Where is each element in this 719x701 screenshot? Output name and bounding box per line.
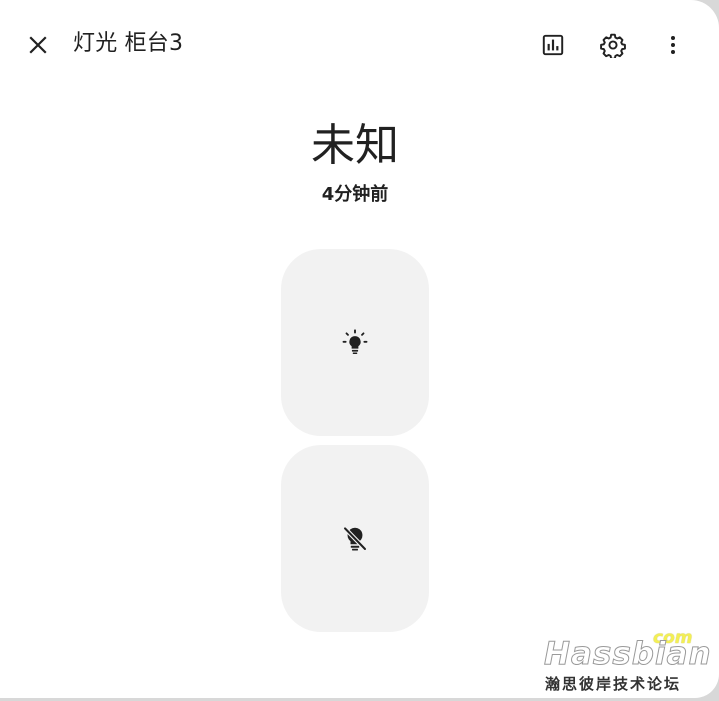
settings-button[interactable] [593,25,633,65]
watermark-name: Hassbian [544,636,712,673]
entity-state: 未知 [311,120,399,171]
turn-on-button[interactable] [281,249,429,436]
lightbulb-on-icon [342,328,368,354]
gear-icon [600,33,626,58]
lightbulb-off-icon [342,525,368,551]
dialog-header: 灯光 柜台3 [0,0,719,90]
close-icon [29,36,47,54]
more-options-button[interactable] [653,25,693,65]
close-button[interactable] [18,25,58,65]
turn-off-button[interactable] [281,445,429,632]
watermark-subtitle: 瀚思彼岸技术论坛 [545,675,682,693]
forum-watermark: com Hassbian 瀚思彼岸技术论坛 [540,628,712,698]
last-changed: 4分钟前 [321,184,389,205]
more-info-dialog: 灯光 柜台3 未知 4分钟前 [0,0,719,698]
chart-icon [542,34,564,56]
more-vertical-icon [671,36,675,54]
history-button[interactable] [533,25,573,65]
dialog-title: 灯光 柜台3 [73,31,184,56]
